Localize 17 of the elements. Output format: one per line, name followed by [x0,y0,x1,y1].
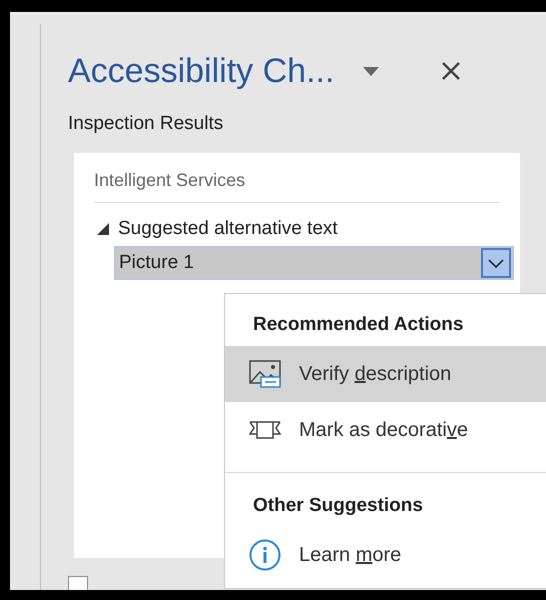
menu-heading: Other Suggestions [253,494,424,518]
close-icon [441,61,462,81]
section-label: Inspection Results [68,112,224,136]
tree-item[interactable]: Picture 1 [114,246,514,280]
image-icon [249,360,281,388]
dropdown-button[interactable] [481,248,511,278]
menu-heading: Recommended Actions [253,312,464,337]
tree-item[interactable]: Suggested alternative text [118,214,338,243]
pane-title: Accessibility Ch... [68,50,334,92]
menu-item[interactable]: Verify description [225,346,546,402]
collapse-triangle-icon[interactable] [97,222,109,235]
checkbox[interactable] [68,576,88,590]
caret-icon [363,66,380,76]
chevron-down-icon [488,258,504,268]
ribbon-icon [249,420,281,440]
group-header: Intelligent Services [94,170,246,190]
info-icon [249,539,281,571]
